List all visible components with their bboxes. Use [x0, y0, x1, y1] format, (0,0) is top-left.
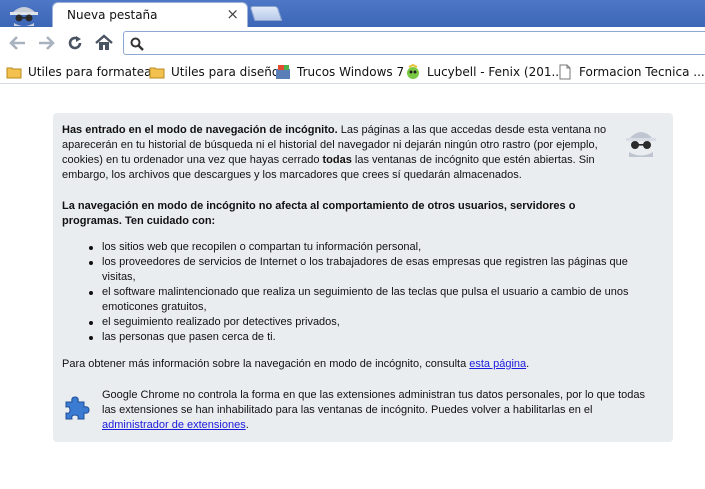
- bookmarks-bar: Utiles para formatear Utiles para diseño…: [0, 59, 705, 84]
- incognito-info-box: Has entrado en el modo de navegación de …: [53, 113, 673, 442]
- new-tab-button[interactable]: [249, 6, 283, 21]
- folder-icon: [149, 67, 165, 78]
- toolbar: [0, 27, 705, 59]
- bookmark-label: Utiles para diseño: [171, 64, 280, 79]
- page-icon: [559, 64, 571, 79]
- tab-new-tab[interactable]: Nueva pestaña ×: [52, 2, 248, 27]
- omnibox-input[interactable]: [123, 31, 705, 55]
- reload-icon[interactable]: [63, 31, 87, 55]
- list-item: las personas que pasen cerca de ti.: [89, 330, 662, 345]
- close-icon[interactable]: ×: [226, 5, 239, 23]
- intro-bold-todas: todas: [322, 154, 352, 166]
- more-info-link[interactable]: esta página: [469, 358, 526, 370]
- character-icon: [407, 63, 419, 79]
- bookmark-label: Formacion Tecnica ...: [579, 64, 705, 79]
- incognito-spy-icon: [6, 1, 42, 26]
- list-item: el software malintencionado que realiza …: [89, 285, 662, 315]
- list-item: los sitios web que recopilen o compartan…: [89, 240, 662, 255]
- tab-strip: Nueva pestaña ×: [0, 0, 705, 27]
- more-info-paragraph: Para obtener más información sobre la na…: [62, 357, 642, 372]
- extension-puzzle-icon: [63, 394, 91, 427]
- bookmark-trucos-windows[interactable]: Trucos Windows 7: [275, 62, 404, 81]
- bookmark-utiles-diseno[interactable]: Utiles para diseño: [149, 62, 279, 81]
- more-info-end: .: [526, 358, 530, 370]
- intro-bold-text: Has entrado en el modo de navegación de …: [62, 124, 338, 136]
- back-arrow-icon[interactable]: [6, 31, 30, 55]
- search-icon: [130, 36, 144, 55]
- bookmark-formacion-tecnica[interactable]: Formacion Tecnica ...: [557, 62, 705, 81]
- bookmark-label: Lucybell - Fenix (201...: [427, 64, 563, 79]
- incognito-spy-icon: [623, 125, 659, 162]
- bookmark-label: Trucos Windows 7: [297, 64, 405, 79]
- tab-title: Nueva pestaña: [67, 8, 158, 22]
- forward-arrow-icon[interactable]: [34, 31, 58, 55]
- bookmark-utiles-formatear[interactable]: Utiles para formatear: [6, 62, 156, 81]
- extensions-manager-link[interactable]: administrador de extensiones: [102, 419, 246, 431]
- incognito-intro-paragraph: Has entrado en el modo de navegación de …: [62, 123, 622, 183]
- bookmark-lucybell[interactable]: Lucybell - Fenix (201...: [405, 62, 563, 81]
- bookmark-label: Utiles para formatear: [28, 64, 157, 79]
- list-item: el seguimiento realizado por detectives …: [89, 315, 662, 330]
- warning-heading: La navegación en modo de incógnito no af…: [62, 200, 576, 227]
- home-icon[interactable]: [92, 31, 116, 55]
- more-info-text: Para obtener más información sobre la na…: [62, 358, 470, 370]
- extensions-paragraph: Google Chrome no controla la forma en qu…: [102, 388, 662, 433]
- windows-icon: [276, 64, 290, 79]
- extensions-end: .: [245, 419, 249, 431]
- folder-icon: [6, 67, 22, 78]
- list-item: los proveedores de servicios de Internet…: [89, 255, 662, 285]
- warning-list: los sitios web que recopilen o compartan…: [89, 240, 662, 345]
- extensions-text: Google Chrome no controla la forma en qu…: [102, 389, 645, 416]
